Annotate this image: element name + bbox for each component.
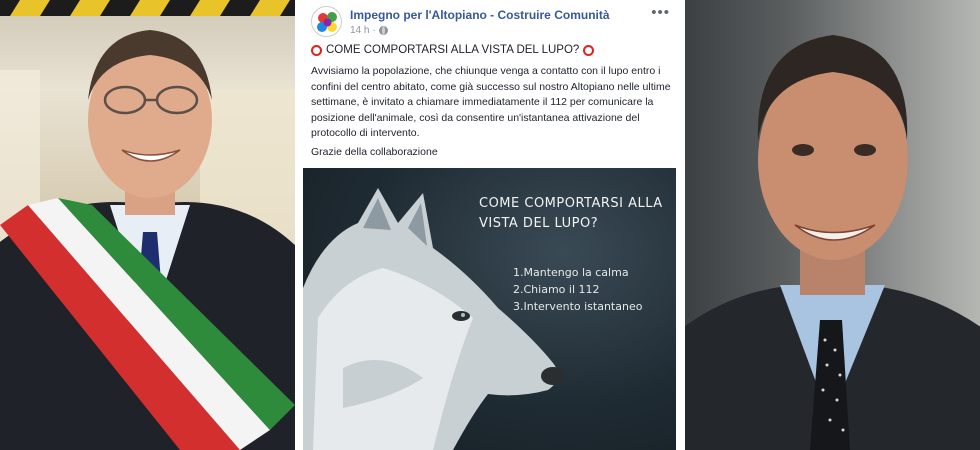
mayor-portrait-illustration	[0, 0, 295, 450]
ellipsis-icon[interactable]: •••	[651, 4, 670, 21]
post-meta: 14 h ·	[350, 25, 388, 36]
gutter-right	[676, 0, 685, 450]
page-avatar[interactable]	[311, 6, 342, 37]
page-name-link[interactable]: Impegno per l'Altopiano - Costruire Comu…	[350, 8, 610, 22]
image-title-line2: VISTA DEL LUPO?	[479, 216, 599, 231]
gutter-left	[295, 0, 303, 450]
post-body-text: Avvisiamo la popolazione, che chiunque v…	[311, 65, 671, 139]
post-timestamp[interactable]: 14 h	[350, 25, 369, 36]
headline-text: COME COMPORTARSI ALLA VISTA DEL LUPO?	[326, 44, 580, 56]
man-portrait-illustration	[685, 35, 980, 450]
red-circle-icon	[583, 44, 595, 56]
right-photo-man	[685, 0, 980, 450]
post-headline: COME COMPORTARSI ALLA VISTA DEL LUPO?	[311, 44, 595, 56]
image-step: 3.Intervento istantaneo	[513, 300, 643, 313]
image-step: 1.Mantengo la calma	[513, 266, 629, 279]
image-steps-list: 1.Mantengo la calma 2.Chiamo il 112 3.In…	[513, 264, 642, 315]
striped-barrier	[0, 0, 295, 16]
facebook-post: Impegno per l'Altopiano - Costruire Comu…	[303, 0, 676, 450]
red-circle-icon	[311, 44, 322, 56]
post-header: Impegno per l'Altopiano - Costruire Comu…	[303, 0, 676, 40]
globe-icon	[378, 26, 388, 35]
image-step: 2.Chiamo il 112	[513, 283, 600, 296]
post-image-wolf[interactable]: COME COMPORTARSI ALLA VISTA DEL LUPO? 1.…	[303, 168, 676, 450]
left-photo-mayor	[0, 0, 295, 450]
post-thanks-text: Grazie della collaborazione	[311, 146, 438, 158]
image-title: COME COMPORTARSI ALLA VISTA DEL LUPO?	[479, 194, 663, 234]
image-title-line1: COME COMPORTARSI ALLA	[479, 196, 663, 211]
page-logo-icon	[317, 12, 337, 32]
